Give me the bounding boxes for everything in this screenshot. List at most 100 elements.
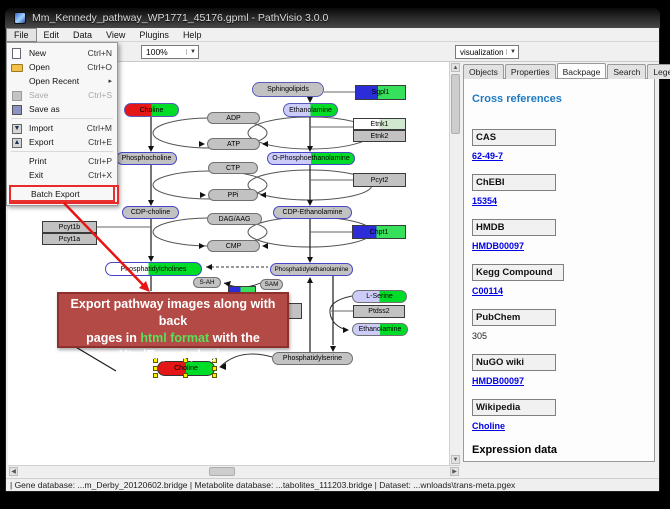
selection-handle[interactable]: [183, 373, 188, 378]
xref-source-nugo: NuGO wiki: [472, 354, 556, 371]
file-menu-dropdown: New Ctrl+N Open Ctrl+O Open Recent ▸ Sav…: [6, 42, 118, 206]
tab-properties[interactable]: Properties: [505, 64, 556, 79]
save-icon: [10, 90, 25, 101]
node-ethanolamine-bottom[interactable]: Ethanolamine: [352, 323, 408, 336]
annotation-callout: Export pathway images along with back pa…: [57, 292, 289, 348]
zoom-combobox[interactable]: 100% ▼: [141, 45, 199, 59]
gene-sgpl1[interactable]: Sgpl1: [355, 85, 406, 100]
menu-item-batch-export[interactable]: Batch Export: [9, 185, 115, 202]
vertical-scroll-thumb[interactable]: [451, 74, 460, 134]
xref-source-wikipedia: Wikipedia: [472, 399, 556, 416]
menu-item-save[interactable]: Save Ctrl+S: [8, 88, 116, 102]
scroll-right-button[interactable]: ▶: [450, 467, 459, 476]
node-dag-aag[interactable]: DAG/AAG: [207, 213, 262, 225]
menu-item-export[interactable]: ▲ Export Ctrl+E: [8, 135, 116, 149]
menu-separator: [11, 151, 113, 152]
node-o-phosphoethanolamine[interactable]: O-Phosphoethanolamine: [267, 152, 355, 165]
scroll-down-button[interactable]: ▼: [451, 455, 460, 464]
xref-source-cas: CAS: [472, 129, 556, 146]
menu-bar: File Edit Data View Plugins Help: [6, 28, 659, 42]
app-icon: [14, 12, 26, 24]
xref-source-hmdb: HMDB: [472, 219, 556, 236]
node-cmp[interactable]: CMP: [207, 240, 260, 252]
save-as-icon: [10, 104, 25, 115]
horizontal-scrollbar[interactable]: ◀ ▶: [8, 465, 460, 477]
selection-handle[interactable]: [212, 366, 217, 371]
xref-source-chebi: ChEBI: [472, 174, 556, 191]
menu-data[interactable]: Data: [66, 29, 99, 41]
menu-item-open[interactable]: Open Ctrl+O: [8, 60, 116, 74]
node-sam[interactable]: SAM: [260, 279, 283, 290]
vertical-scrollbar[interactable]: ▲ ▼: [449, 62, 460, 465]
gene-pcyt2[interactable]: Pcyt2: [353, 173, 406, 187]
xref-source-kegg: Kegg Compound: [472, 264, 564, 281]
tab-backpage[interactable]: Backpage: [557, 63, 607, 78]
selection-handle[interactable]: [153, 373, 158, 378]
node-sphingolipids[interactable]: Sphingolipids: [252, 82, 324, 97]
tab-legend[interactable]: Legend: [647, 64, 670, 79]
window-title: Mm_Kennedy_pathway_WP1771_45176.gpml - P…: [32, 12, 328, 24]
selection-handle[interactable]: [153, 366, 158, 371]
side-panel-tabs: Objects Properties Backpage Search Legen…: [463, 64, 670, 79]
import-icon: ▼: [10, 123, 25, 134]
node-ppi[interactable]: PPi: [208, 189, 258, 201]
tab-objects[interactable]: Objects: [463, 64, 504, 79]
xref-link-chebi[interactable]: 15354: [472, 196, 497, 206]
chevron-down-icon[interactable]: ▼: [506, 49, 516, 55]
xref-link-nugo[interactable]: HMDB00097: [472, 376, 524, 386]
gene-etnk1[interactable]: Etnk1: [353, 118, 406, 130]
menu-item-save-as[interactable]: Save as: [8, 102, 116, 116]
gene-chpt1[interactable]: Chpt1: [352, 225, 406, 239]
node-s-ah[interactable]: S-AH: [193, 277, 221, 288]
menu-item-exit[interactable]: Exit Ctrl+X: [8, 168, 116, 182]
node-cdp-choline[interactable]: CDP-choline: [122, 206, 179, 219]
node-phosphocholine[interactable]: Phosphocholine: [116, 152, 177, 165]
title-bar[interactable]: Mm_Kennedy_pathway_WP1771_45176.gpml - P…: [5, 8, 660, 28]
gene-ptdss2[interactable]: Ptdss2: [353, 305, 405, 318]
node-ctp[interactable]: CTP: [208, 162, 258, 174]
menu-item-new[interactable]: New Ctrl+N: [8, 46, 116, 60]
cross-references-heading: Cross references: [472, 93, 646, 105]
xref-value-pubchem: 305: [472, 331, 646, 341]
node-atp[interactable]: ATP: [207, 138, 260, 150]
gene-pcyt1b[interactable]: Pcyt1b: [42, 221, 97, 233]
menu-help[interactable]: Help: [176, 29, 209, 41]
scroll-up-button[interactable]: ▲: [451, 63, 460, 72]
node-cdp-ethanolamine[interactable]: CDP-Ethanolamine: [273, 206, 352, 219]
xref-link-kegg[interactable]: C00114: [472, 286, 503, 296]
node-phosphatidylcholines[interactable]: Phosphatidylcholines: [105, 262, 202, 276]
node-ethanolamine-top[interactable]: Ethanolamine: [283, 103, 338, 117]
menu-view[interactable]: View: [99, 29, 132, 41]
submenu-arrow-icon: ▸: [108, 77, 112, 85]
xref-link-hmdb[interactable]: HMDB00097: [472, 241, 524, 251]
menu-plugins[interactable]: Plugins: [132, 29, 176, 41]
menu-item-import[interactable]: ▼ Import Ctrl+M: [8, 121, 116, 135]
highlighted-text: html format: [140, 331, 209, 345]
node-adp[interactable]: ADP: [207, 112, 260, 124]
menu-item-print[interactable]: Print Ctrl+P: [8, 154, 116, 168]
node-l-serine[interactable]: L-Serine: [352, 290, 407, 303]
new-document-icon: [10, 48, 25, 59]
visualization-combobox[interactable]: visualization ▼: [455, 45, 519, 59]
chevron-down-icon[interactable]: ▼: [186, 49, 196, 55]
gene-etnk2[interactable]: Etnk2: [353, 130, 406, 142]
scroll-left-button[interactable]: ◀: [9, 467, 18, 476]
selection-handle[interactable]: [212, 373, 217, 378]
menu-edit[interactable]: Edit: [37, 29, 67, 41]
gene-pcyt1a[interactable]: Pcyt1a: [42, 233, 97, 245]
menu-file[interactable]: File: [6, 28, 37, 42]
screenshot-stage: Mm_Kennedy_pathway_WP1771_45176.gpml - P…: [0, 0, 670, 509]
status-bar: | Gene database: ...m_Derby_20120602.bri…: [6, 478, 659, 491]
xref-link-cas[interactable]: 62-49-7: [472, 151, 503, 161]
backpage-panel: Cross references CAS 62-49-7 ChEBI 15354…: [463, 78, 655, 462]
node-phosphatidylethanolamine[interactable]: Phosphatidylethanolamine: [270, 263, 353, 276]
open-folder-icon: [10, 62, 25, 73]
xref-link-wikipedia[interactable]: Choline: [472, 421, 505, 431]
tab-search[interactable]: Search: [607, 64, 646, 79]
node-choline-top[interactable]: Choline: [124, 103, 179, 117]
menu-item-open-recent[interactable]: Open Recent ▸: [8, 74, 116, 88]
export-icon: ▲: [10, 137, 25, 148]
xref-source-pubchem: PubChem: [472, 309, 556, 326]
horizontal-scroll-thumb[interactable]: [209, 467, 235, 476]
expression-data-heading: Expression data: [472, 444, 646, 456]
